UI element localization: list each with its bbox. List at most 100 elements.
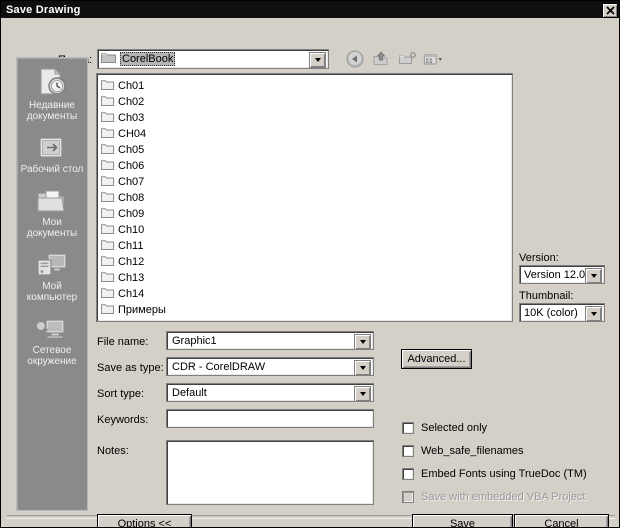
advanced-button[interactable]: Advanced... <box>401 349 472 369</box>
thumbnail-combobox[interactable]: 10K (color) <box>519 303 605 322</box>
close-icon[interactable] <box>602 3 618 18</box>
save-as-type-value: CDR - CorelDRAW <box>172 360 266 373</box>
sidebar-item-label: Мой компьютер <box>26 281 78 303</box>
checkbox-label: Embed Fonts using TrueDoc (TM) <box>421 468 587 480</box>
file-list-item[interactable]: Ch08 <box>101 190 512 206</box>
sidebar-item-label: Недавние документы <box>26 100 78 122</box>
file-list-item[interactable]: Ch06 <box>101 158 512 174</box>
look-in-value: CorelBook <box>120 52 176 66</box>
file-list-item-label: Ch12 <box>118 256 145 268</box>
file-list-item[interactable]: Ch13 <box>101 270 512 286</box>
checkbox-selected-only[interactable]: Selected only <box>402 422 487 434</box>
chevron-down-icon[interactable] <box>585 306 602 322</box>
file-list-item[interactable]: Примеры <box>101 302 512 318</box>
back-arrow-icon[interactable] <box>345 49 365 69</box>
save-as-type-label: Save as type: <box>97 362 164 374</box>
thumbnail-label: Thumbnail: <box>519 290 574 302</box>
my-documents-icon <box>35 181 69 215</box>
sidebar-item-recent[interactable]: Недавние документы <box>17 58 87 122</box>
file-name-combobox[interactable]: Graphic1 <box>166 331 374 350</box>
sidebar-item-network[interactable]: Сетевое окружение <box>17 303 87 367</box>
sort-type-combobox[interactable]: Default <box>166 383 374 402</box>
checkbox-label: Web_safe_filenames <box>421 445 524 457</box>
dialog-body: Папка: CorelBook <box>1 18 619 527</box>
file-list-item[interactable]: Ch03 <box>101 110 512 126</box>
checkbox-box[interactable] <box>402 422 414 434</box>
sort-type-label: Sort type: <box>97 388 145 400</box>
chevron-down-icon[interactable] <box>354 334 371 350</box>
checkbox-embed-vba: Save with embedded VBA Project <box>402 491 585 503</box>
file-list-item[interactable]: Ch05 <box>101 142 512 158</box>
file-list-item-label: Ch01 <box>118 80 145 92</box>
file-list-item[interactable]: Ch10 <box>101 222 512 238</box>
file-list-item[interactable]: Ch07 <box>101 174 512 190</box>
titlebar: Save Drawing <box>1 1 619 18</box>
thumbnail-value: 10K (color) <box>524 306 578 319</box>
sidebar-item-label: Мои документы <box>26 217 78 239</box>
places-sidebar: Недавние документы Рабочий стол Мои доку… <box>16 57 88 511</box>
file-list-item-label: Примеры <box>118 304 166 316</box>
recent-documents-icon <box>35 64 69 98</box>
keywords-input[interactable] <box>166 409 374 428</box>
notes-label: Notes: <box>97 445 129 457</box>
file-list-item-label: Ch07 <box>118 176 145 188</box>
file-list-item[interactable]: Ch02 <box>101 94 512 110</box>
sidebar-item-desktop[interactable]: Рабочий стол <box>17 122 87 175</box>
file-list-item-label: Ch09 <box>118 208 145 220</box>
chevron-down-icon[interactable] <box>354 360 371 376</box>
notes-textarea[interactable] <box>166 440 374 505</box>
file-list-item-label: Ch11 <box>118 240 144 252</box>
file-list-item[interactable]: Ch14 <box>101 286 512 302</box>
checkbox-box[interactable] <box>402 445 414 457</box>
cancel-button[interactable]: Cancel <box>514 514 609 527</box>
file-list-item-label: Ch05 <box>118 144 145 156</box>
file-list-item[interactable]: Ch09 <box>101 206 512 222</box>
file-name-value: Graphic1 <box>172 334 217 347</box>
checkbox-box <box>402 491 414 503</box>
look-in-combobox[interactable]: CorelBook <box>97 49 329 69</box>
version-value: Version 12.0 <box>524 268 586 281</box>
file-list-item-label: Ch13 <box>118 272 145 284</box>
checkbox-label: Save with embedded VBA Project <box>421 491 586 503</box>
save-drawing-dialog: Save Drawing Папка: CorelBook <box>0 0 620 528</box>
file-name-label: File name: <box>97 336 149 348</box>
sort-type-value: Default <box>172 386 207 399</box>
keywords-label: Keywords: <box>97 414 149 426</box>
file-list-item-label: Ch02 <box>118 96 145 108</box>
folder-icon <box>101 50 116 68</box>
checkbox-web-safe-filenames[interactable]: Web_safe_filenames <box>402 445 524 457</box>
file-list-item-label: Ch06 <box>118 160 145 172</box>
file-list-item[interactable]: Ch01 <box>101 78 512 94</box>
network-places-icon <box>35 309 69 343</box>
file-list-item[interactable]: Ch11 <box>101 238 512 254</box>
chevron-down-icon[interactable] <box>585 268 602 284</box>
chevron-down-icon[interactable] <box>309 52 326 68</box>
save-button[interactable]: Save <box>412 514 513 527</box>
file-list-item-label: Ch10 <box>118 224 145 236</box>
file-list-item-label: Ch08 <box>118 192 145 204</box>
close-glyph <box>605 6 615 15</box>
views-menu-icon[interactable] <box>423 49 443 69</box>
checkbox-embed-fonts[interactable]: Embed Fonts using TrueDoc (TM) <box>402 468 587 480</box>
window-title: Save Drawing <box>6 3 81 16</box>
file-list-item[interactable]: Ch12 <box>101 254 512 270</box>
file-list-item-label: Ch03 <box>118 112 145 124</box>
options-button[interactable]: Options << <box>97 514 192 527</box>
file-list-item[interactable]: CH04 <box>101 126 512 142</box>
sidebar-item-my-documents[interactable]: Мои документы <box>17 175 87 239</box>
up-folder-icon[interactable] <box>371 49 391 69</box>
sidebar-item-my-computer[interactable]: Мой компьютер <box>17 239 87 303</box>
new-folder-icon[interactable] <box>397 49 417 69</box>
sidebar-item-label: Сетевое окружение <box>27 345 77 367</box>
checkbox-box[interactable] <box>402 468 414 480</box>
desktop-icon <box>36 128 68 162</box>
save-as-type-combobox[interactable]: CDR - CorelDRAW <box>166 357 374 376</box>
file-list[interactable]: Ch01 Ch02 Ch03 CH04 Ch05 Ch06 Ch07 Ch08 Ch09 Ch10… <box>96 73 513 322</box>
folder-icon <box>101 301 114 319</box>
version-label: Version: <box>519 252 559 264</box>
my-computer-icon <box>35 245 69 279</box>
version-combobox[interactable]: Version 12.0 <box>519 265 605 284</box>
sidebar-item-label: Рабочий стол <box>20 164 84 175</box>
file-list-item-label: CH04 <box>118 128 147 140</box>
chevron-down-icon[interactable] <box>354 386 371 402</box>
